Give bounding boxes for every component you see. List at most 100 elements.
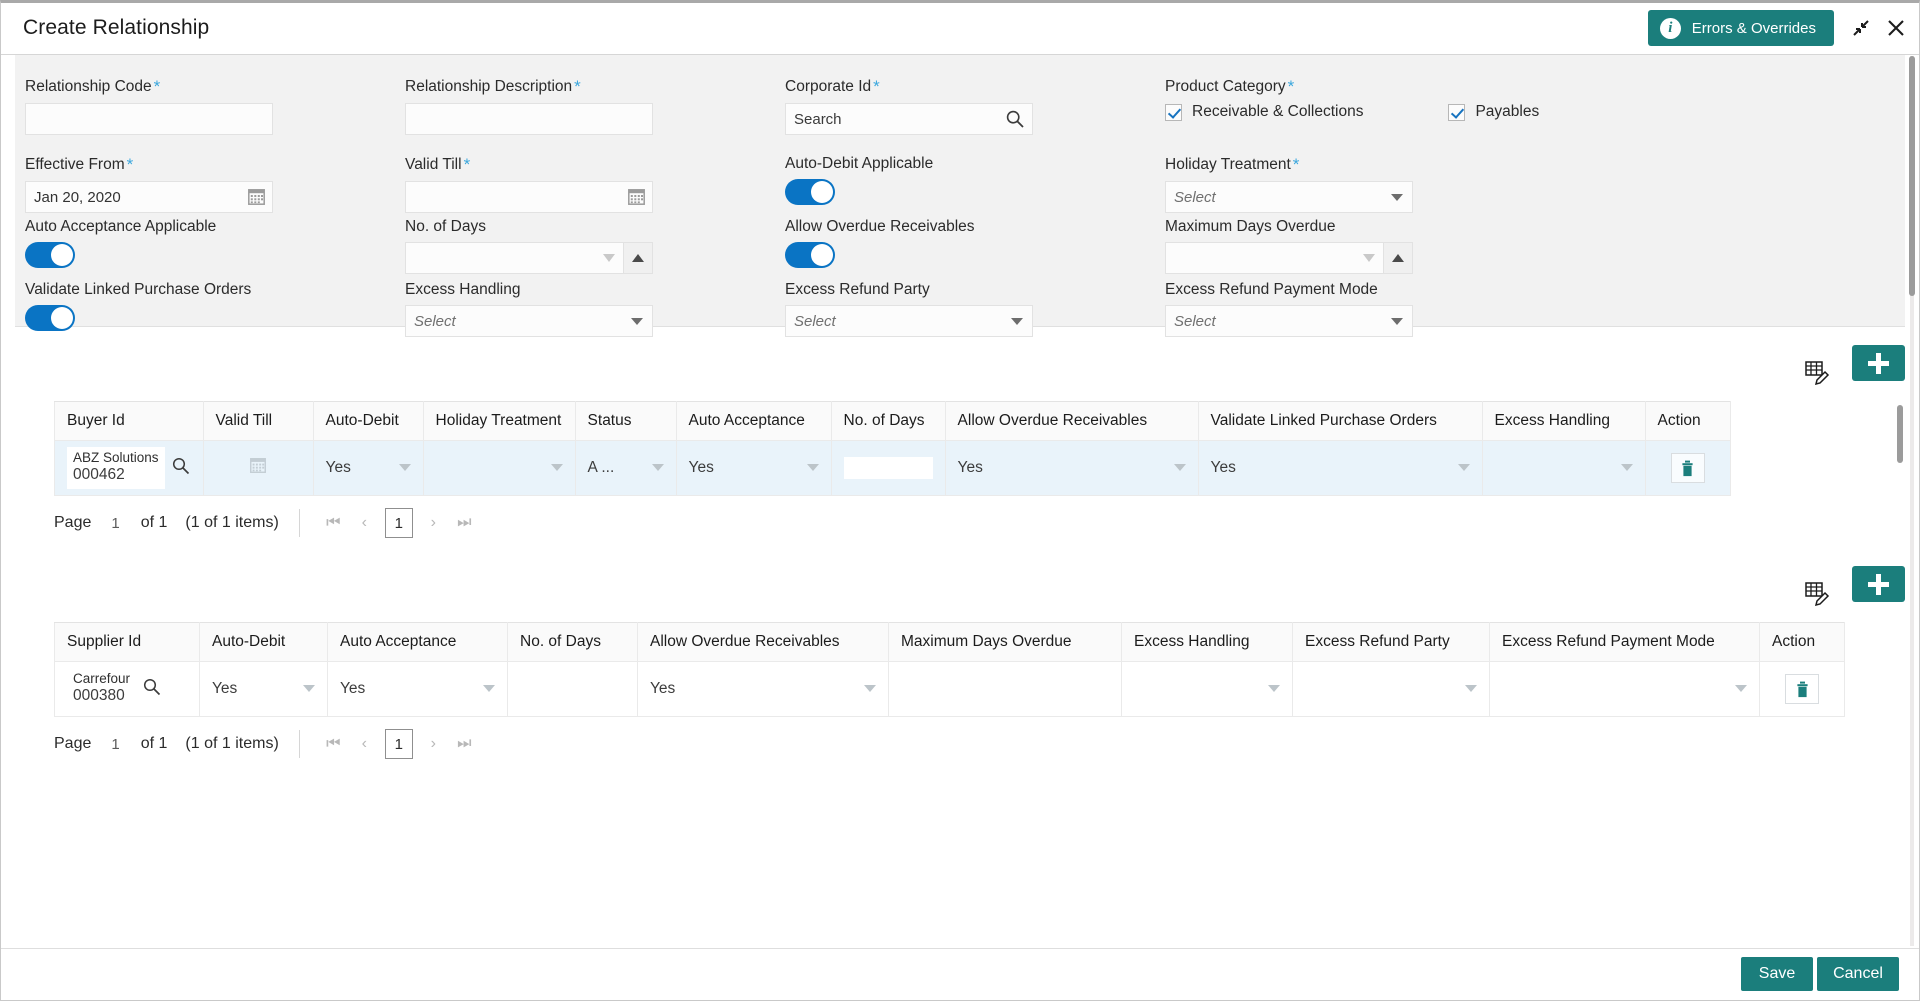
cell-buyer-id[interactable]: ABZ Solutions 000462 xyxy=(54,440,204,496)
no-of-days-input[interactable] xyxy=(843,457,933,479)
column-header-allow-overdue-receivables[interactable]: Allow Overdue Receivables xyxy=(637,622,889,662)
stepper-up-button[interactable] xyxy=(624,242,653,274)
validate-linked-purchase-orders-toggle[interactable] xyxy=(25,305,75,331)
stepper-down-button[interactable] xyxy=(595,242,624,274)
column-header-auto-debit[interactable]: Auto-Debit xyxy=(199,622,328,662)
cell-maximum-days-overdue[interactable] xyxy=(888,661,1122,717)
column-header-no-of-days[interactable]: No. of Days xyxy=(507,622,638,662)
column-header-buyer-id[interactable]: Buyer Id xyxy=(54,401,204,441)
column-header-validate-linked-purchase-orders[interactable]: Validate Linked Purchase Orders xyxy=(1197,401,1483,441)
last-page-icon[interactable]: ⏭ xyxy=(449,730,480,758)
checkbox-payables[interactable]: Payables xyxy=(1448,103,1539,121)
first-page-icon[interactable]: ⏮ xyxy=(318,730,349,758)
excess-refund-party-select[interactable]: Select xyxy=(785,305,1033,337)
maximum-days-overdue-input[interactable] xyxy=(1165,242,1355,274)
maximum-days-overdue-stepper[interactable] xyxy=(1165,242,1413,274)
add-supplier-button[interactable] xyxy=(1852,566,1905,602)
cell-valid-till[interactable] xyxy=(202,440,314,496)
cell-excess-handling[interactable] xyxy=(1481,440,1646,496)
column-header-maximum-days-overdue[interactable]: Maximum Days Overdue xyxy=(888,622,1122,662)
allow-overdue-receivables-select[interactable]: Yes xyxy=(650,674,876,704)
auto-acceptance-applicable-toggle[interactable] xyxy=(25,242,75,268)
validate-linked-purchase-orders-select[interactable]: Yes xyxy=(1211,453,1470,483)
calendar-icon[interactable] xyxy=(250,458,266,478)
cell-validate-linked-purchase-orders[interactable]: Yes xyxy=(1197,440,1483,496)
allow-overdue-receivables-select[interactable]: Yes xyxy=(958,453,1186,483)
first-page-icon[interactable]: ⏮ xyxy=(318,509,349,537)
page-scrollbar[interactable] xyxy=(1907,56,1917,946)
holiday-treatment-select[interactable]: Select xyxy=(1165,181,1413,213)
cell-holiday-treatment[interactable] xyxy=(422,440,576,496)
auto-debit-select[interactable]: Yes xyxy=(326,453,411,483)
column-header-no-of-days[interactable]: No. of Days xyxy=(830,401,946,441)
column-header-action[interactable]: Action xyxy=(1644,401,1731,441)
cell-supplier-id[interactable]: Carrefour 000380 xyxy=(54,661,200,717)
cell-status[interactable]: A ... xyxy=(574,440,677,496)
current-page-button[interactable]: 1 xyxy=(384,508,413,538)
save-button[interactable]: Save xyxy=(1741,957,1813,991)
column-header-action[interactable]: Action xyxy=(1759,622,1845,662)
valid-till-input[interactable] xyxy=(405,181,653,213)
excess-refund-party-select[interactable] xyxy=(1305,674,1477,704)
relationship-description-input[interactable] xyxy=(405,103,653,135)
column-header-valid-till[interactable]: Valid Till xyxy=(202,401,314,441)
close-icon[interactable] xyxy=(1883,15,1909,41)
cell-no-of-days[interactable] xyxy=(507,661,638,717)
excess-handling-select[interactable] xyxy=(1495,453,1633,483)
auto-debit-applicable-toggle[interactable] xyxy=(785,179,835,205)
column-header-auto-acceptance[interactable]: Auto Acceptance xyxy=(675,401,832,441)
buyer-table-scrollbar[interactable] xyxy=(1895,401,1906,491)
cell-excess-refund-party[interactable] xyxy=(1292,661,1490,717)
prev-page-icon[interactable]: ‹ xyxy=(349,730,380,758)
excess-handling-select[interactable] xyxy=(1134,674,1280,704)
cell-auto-acceptance[interactable]: Yes xyxy=(327,661,508,717)
column-header-supplier-id[interactable]: Supplier Id xyxy=(54,622,200,662)
checkbox-icon[interactable] xyxy=(1165,103,1182,121)
next-page-icon[interactable]: › xyxy=(418,730,449,758)
column-header-auto-debit[interactable]: Auto-Debit xyxy=(312,401,424,441)
auto-debit-select[interactable]: Yes xyxy=(212,674,315,704)
current-page-button[interactable]: 1 xyxy=(384,729,413,759)
scrollbar-thumb[interactable] xyxy=(1909,56,1915,296)
next-page-icon[interactable]: › xyxy=(418,509,449,537)
holiday-treatment-select[interactable] xyxy=(436,453,563,483)
column-header-excess-handling[interactable]: Excess Handling xyxy=(1121,622,1293,662)
effective-from-input[interactable] xyxy=(25,181,273,213)
column-header-excess-refund-payment-mode[interactable]: Excess Refund Payment Mode xyxy=(1489,622,1760,662)
cell-auto-acceptance[interactable]: Yes xyxy=(675,440,832,496)
last-page-icon[interactable]: ⏭ xyxy=(449,509,480,537)
cell-excess-refund-payment-mode[interactable] xyxy=(1489,661,1760,717)
stepper-up-button[interactable] xyxy=(1384,242,1413,274)
errors-and-overrides-button[interactable]: i Errors & Overrides xyxy=(1647,10,1834,46)
column-header-excess-handling[interactable]: Excess Handling xyxy=(1481,401,1646,441)
table-edit-icon[interactable] xyxy=(1804,359,1830,390)
cell-allow-overdue-receivables[interactable]: Yes xyxy=(944,440,1199,496)
column-header-status[interactable]: Status xyxy=(574,401,677,441)
cell-auto-debit[interactable]: Yes xyxy=(199,661,328,717)
checkbox-icon[interactable] xyxy=(1448,103,1466,121)
column-header-allow-overdue-receivables[interactable]: Allow Overdue Receivables xyxy=(944,401,1199,441)
no-of-days-stepper[interactable] xyxy=(405,242,653,274)
status-select[interactable]: A ... xyxy=(588,453,664,483)
allow-overdue-receivables-toggle[interactable] xyxy=(785,242,835,268)
relationship-code-input[interactable] xyxy=(25,103,273,135)
search-icon[interactable] xyxy=(171,456,191,481)
cell-allow-overdue-receivables[interactable]: Yes xyxy=(637,661,889,717)
auto-acceptance-select[interactable]: Yes xyxy=(689,453,819,483)
excess-refund-payment-mode-select[interactable]: Select xyxy=(1165,305,1413,337)
no-of-days-input[interactable] xyxy=(405,242,595,274)
delete-row-button[interactable] xyxy=(1670,453,1705,483)
table-edit-icon[interactable] xyxy=(1804,580,1830,611)
checkbox-receivable-collections[interactable]: Receivable & Collections xyxy=(1165,103,1363,121)
column-header-auto-acceptance[interactable]: Auto Acceptance xyxy=(327,622,508,662)
scrollbar-thumb[interactable] xyxy=(1897,405,1903,463)
cell-no-of-days[interactable] xyxy=(830,440,946,496)
prev-page-icon[interactable]: ‹ xyxy=(349,509,380,537)
cancel-button[interactable]: Cancel xyxy=(1817,957,1899,991)
search-icon[interactable] xyxy=(142,677,162,702)
column-header-holiday-treatment[interactable]: Holiday Treatment xyxy=(422,401,576,441)
auto-acceptance-select[interactable]: Yes xyxy=(340,674,495,704)
cell-auto-debit[interactable]: Yes xyxy=(312,440,424,496)
excess-handling-select[interactable]: Select xyxy=(405,305,653,337)
delete-row-button[interactable] xyxy=(1785,674,1819,704)
